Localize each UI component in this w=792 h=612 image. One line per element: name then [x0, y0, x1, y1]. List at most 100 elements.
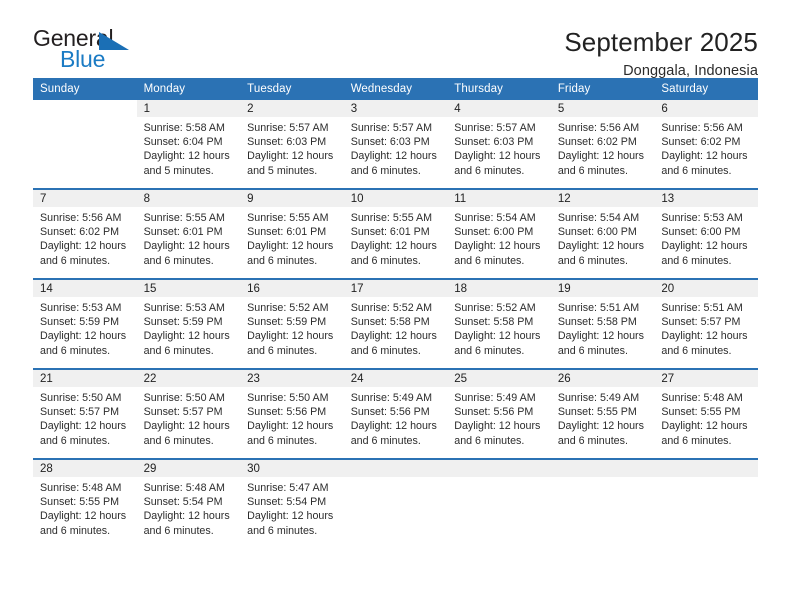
calendar-day-cell[interactable]: 29 Sunrise: 5:48 AM Sunset: 5:54 PM Dayligh… — [136, 458, 241, 548]
day-sun-info: Sunrise: 5:56 AM Sunset: 6:02 PM Daylight:… — [654, 117, 758, 178]
day-sun-info: Sunrise: 5:51 AM Sunset: 5:58 PM Daylight:… — [551, 297, 655, 358]
daylight-duration-line1: Daylight: 12 hours — [143, 240, 230, 253]
day-cell-inner: 19 Sunrise: 5:51 AM Sunset: 5:58 PM Dayligh… — [550, 280, 655, 368]
sunset-time: Sunset: 6:00 PM — [661, 226, 741, 239]
calendar-week-row: 14 Sunrise: 5:53 AM Sunset: 5:59 PM Dayligh… — [33, 278, 758, 369]
sunset-time: Sunset: 5:58 PM — [350, 316, 430, 329]
day-number: 7 — [33, 190, 137, 207]
daylight-duration-line2: and 6 minutes. — [557, 254, 628, 267]
day-sun-info: Sunrise: 5:52 AM Sunset: 5:58 PM Daylight:… — [447, 297, 551, 358]
sunrise-time: Sunrise: 5:51 AM — [557, 302, 640, 314]
calendar-day-cell[interactable]: 8 Sunrise: 5:55 AM Sunset: 6:01 PM Daylight… — [136, 188, 241, 279]
day-number — [550, 460, 655, 477]
calendar-day-cell[interactable]: 11 Sunrise: 5:54 AM Sunset: 6:00 PM Dayligh… — [447, 188, 551, 279]
sunset-time: Sunset: 6:01 PM — [247, 226, 327, 239]
daylight-duration-line1: Daylight: 12 hours — [143, 420, 230, 433]
daylight-duration-line2: and 6 minutes. — [247, 344, 318, 357]
calendar-week-row: 28 Sunrise: 5:48 AM Sunset: 5:55 PM Dayligh… — [33, 458, 758, 548]
day-number: 9 — [240, 190, 344, 207]
calendar-day-cell[interactable]: 19 Sunrise: 5:51 AM Sunset: 5:58 PM Dayligh… — [550, 278, 655, 369]
day-number: 20 — [654, 280, 758, 297]
daylight-duration-line2: and 6 minutes. — [661, 344, 732, 357]
day-number — [654, 460, 758, 477]
calendar-day-cell[interactable]: 2 Sunrise: 5:57 AM Sunset: 6:03 PM Daylight… — [240, 100, 344, 189]
calendar-day-cell[interactable]: 13 Sunrise: 5:53 AM Sunset: 6:00 PM Dayligh… — [654, 188, 758, 279]
day-sun-info: Sunrise: 5:57 AM Sunset: 6:03 PM Daylight:… — [447, 117, 551, 178]
calendar-day-cell[interactable]: 6 Sunrise: 5:56 AM Sunset: 6:02 PM Daylight… — [654, 100, 758, 189]
calendar-day-cell[interactable]: 16 Sunrise: 5:52 AM Sunset: 5:59 PM Dayligh… — [240, 278, 344, 369]
sunrise-time: Sunrise: 5:55 AM — [143, 212, 225, 224]
sunrise-time: Sunrise: 5:55 AM — [247, 212, 329, 224]
calendar-day-cell[interactable]: 5 Sunrise: 5:56 AM Sunset: 6:02 PM Daylight… — [550, 100, 655, 189]
daylight-duration-line2: and 6 minutes. — [557, 434, 628, 447]
day-cell-inner: 11 Sunrise: 5:54 AM Sunset: 6:00 PM Dayligh… — [447, 190, 551, 278]
daylight-duration-line2: and 6 minutes. — [247, 254, 318, 267]
calendar-day-cell[interactable]: 14 Sunrise: 5:53 AM Sunset: 5:59 PM Dayligh… — [33, 278, 137, 369]
calendar-week-row: 1 Sunrise: 5:58 AM Sunset: 6:04 PM Daylight… — [33, 100, 758, 189]
day-number: 6 — [654, 100, 758, 117]
daylight-duration-line2: and 6 minutes. — [454, 434, 525, 447]
day-number: 13 — [654, 190, 758, 207]
calendar-day-cell[interactable]: 30 Sunrise: 5:47 AM Sunset: 5:54 PM Dayligh… — [240, 458, 344, 548]
sunrise-time: Sunrise: 5:48 AM — [143, 482, 225, 494]
calendar-day-cell[interactable]: 25 Sunrise: 5:49 AM Sunset: 5:56 PM Dayligh… — [447, 368, 551, 459]
day-sun-info: Sunrise: 5:57 AM Sunset: 6:03 PM Daylight:… — [240, 117, 344, 178]
calendar-day-cell[interactable]: 21 Sunrise: 5:50 AM Sunset: 5:57 PM Dayligh… — [33, 368, 137, 459]
calendar-day-cell[interactable]: 12 Sunrise: 5:54 AM Sunset: 6:00 PM Dayligh… — [550, 188, 655, 279]
day-number — [33, 100, 137, 117]
daylight-duration-line1: Daylight: 12 hours — [247, 330, 334, 343]
calendar-day-cell[interactable]: 3 Sunrise: 5:57 AM Sunset: 6:03 PM Daylight… — [343, 100, 448, 189]
calendar-day-cell[interactable]: 9 Sunrise: 5:55 AM Sunset: 6:01 PM Daylight… — [240, 188, 344, 279]
day-cell-inner — [550, 460, 655, 548]
sunset-time: Sunset: 6:03 PM — [350, 136, 430, 149]
day-number: 15 — [136, 280, 241, 297]
day-sun-info: Sunrise: 5:50 AM Sunset: 5:57 PM Daylight:… — [33, 387, 137, 448]
sunrise-time: Sunrise: 5:52 AM — [454, 302, 536, 314]
sunset-time: Sunset: 6:02 PM — [40, 226, 120, 239]
calendar-day-cell[interactable]: 23 Sunrise: 5:50 AM Sunset: 5:56 PM Dayligh… — [240, 368, 344, 459]
calendar-week-row: 21 Sunrise: 5:50 AM Sunset: 5:57 PM Dayligh… — [33, 368, 758, 459]
day-cell-inner: 5 Sunrise: 5:56 AM Sunset: 6:02 PM Daylight… — [550, 100, 655, 188]
calendar-day-cell[interactable]: 17 Sunrise: 5:52 AM Sunset: 5:58 PM Dayligh… — [343, 278, 448, 369]
sunset-time: Sunset: 6:03 PM — [247, 136, 327, 149]
day-sun-info: Sunrise: 5:49 AM Sunset: 5:56 PM Daylight:… — [344, 387, 448, 448]
sunrise-time: Sunrise: 5:53 AM — [661, 212, 743, 224]
daylight-duration-line2: and 6 minutes. — [454, 344, 525, 357]
calendar-day-cell[interactable]: 1 Sunrise: 5:58 AM Sunset: 6:04 PM Daylight… — [136, 100, 241, 189]
sunrise-time: Sunrise: 5:54 AM — [454, 212, 536, 224]
calendar-day-cell[interactable]: 7 Sunrise: 5:56 AM Sunset: 6:02 PM Daylight… — [33, 188, 137, 279]
calendar-day-cell[interactable]: 18 Sunrise: 5:52 AM Sunset: 5:58 PM Dayligh… — [447, 278, 551, 369]
day-cell-inner: 18 Sunrise: 5:52 AM Sunset: 5:58 PM Dayligh… — [447, 280, 551, 368]
day-number: 10 — [343, 190, 448, 207]
calendar-day-cell[interactable]: 26 Sunrise: 5:49 AM Sunset: 5:55 PM Dayligh… — [550, 368, 655, 459]
sunrise-time: Sunrise: 5:55 AM — [350, 212, 433, 224]
calendar-day-cell[interactable]: 15 Sunrise: 5:53 AM Sunset: 5:59 PM Dayligh… — [136, 278, 241, 369]
calendar-day-cell[interactable]: 27 Sunrise: 5:48 AM Sunset: 5:55 PM Dayligh… — [654, 368, 758, 459]
day-cell-inner: 4 Sunrise: 5:57 AM Sunset: 6:03 PM Daylight… — [447, 100, 551, 188]
calendar-day-cell[interactable]: 24 Sunrise: 5:49 AM Sunset: 5:56 PM Dayligh… — [343, 368, 448, 459]
calendar-empty-cell — [33, 100, 137, 189]
day-number: 4 — [447, 100, 551, 117]
day-sun-info: Sunrise: 5:50 AM Sunset: 5:57 PM Daylight:… — [137, 387, 241, 448]
sunset-time: Sunset: 5:55 PM — [661, 406, 741, 419]
day-cell-inner: 8 Sunrise: 5:55 AM Sunset: 6:01 PM Daylight… — [136, 190, 241, 278]
day-sun-info: Sunrise: 5:48 AM Sunset: 5:55 PM Daylight:… — [654, 387, 758, 448]
sunrise-time: Sunrise: 5:54 AM — [557, 212, 640, 224]
calendar-day-cell[interactable]: 28 Sunrise: 5:48 AM Sunset: 5:55 PM Dayligh… — [33, 458, 137, 548]
calendar-day-cell[interactable]: 10 Sunrise: 5:55 AM Sunset: 6:01 PM Dayligh… — [343, 188, 448, 279]
sunset-time: Sunset: 5:59 PM — [143, 316, 223, 329]
calendar-body: 1 Sunrise: 5:58 AM Sunset: 6:04 PM Daylight… — [33, 100, 758, 548]
day-number — [343, 460, 448, 477]
sunrise-time: Sunrise: 5:48 AM — [40, 482, 122, 494]
sunrise-sunset-calendar: Sunday Monday Tuesday Wednesday Thursday Frid… — [33, 78, 758, 548]
calendar-day-cell[interactable]: 4 Sunrise: 5:57 AM Sunset: 6:03 PM Daylight… — [447, 100, 551, 189]
daylight-duration-line1: Daylight: 12 hours — [40, 330, 127, 343]
calendar-day-cell[interactable]: 22 Sunrise: 5:50 AM Sunset: 5:57 PM Dayligh… — [136, 368, 241, 459]
daylight-duration-line1: Daylight: 12 hours — [454, 150, 541, 163]
weekday-header-tuesday: Tuesday — [240, 78, 344, 100]
daylight-duration-line2: and 6 minutes. — [454, 254, 525, 267]
general-blue-logo[interactable]: General Blue — [33, 27, 153, 77]
sunset-time: Sunset: 6:01 PM — [350, 226, 430, 239]
daylight-duration-line1: Daylight: 12 hours — [40, 420, 127, 433]
calendar-day-cell[interactable]: 20 Sunrise: 5:51 AM Sunset: 5:57 PM Dayligh… — [654, 278, 758, 369]
